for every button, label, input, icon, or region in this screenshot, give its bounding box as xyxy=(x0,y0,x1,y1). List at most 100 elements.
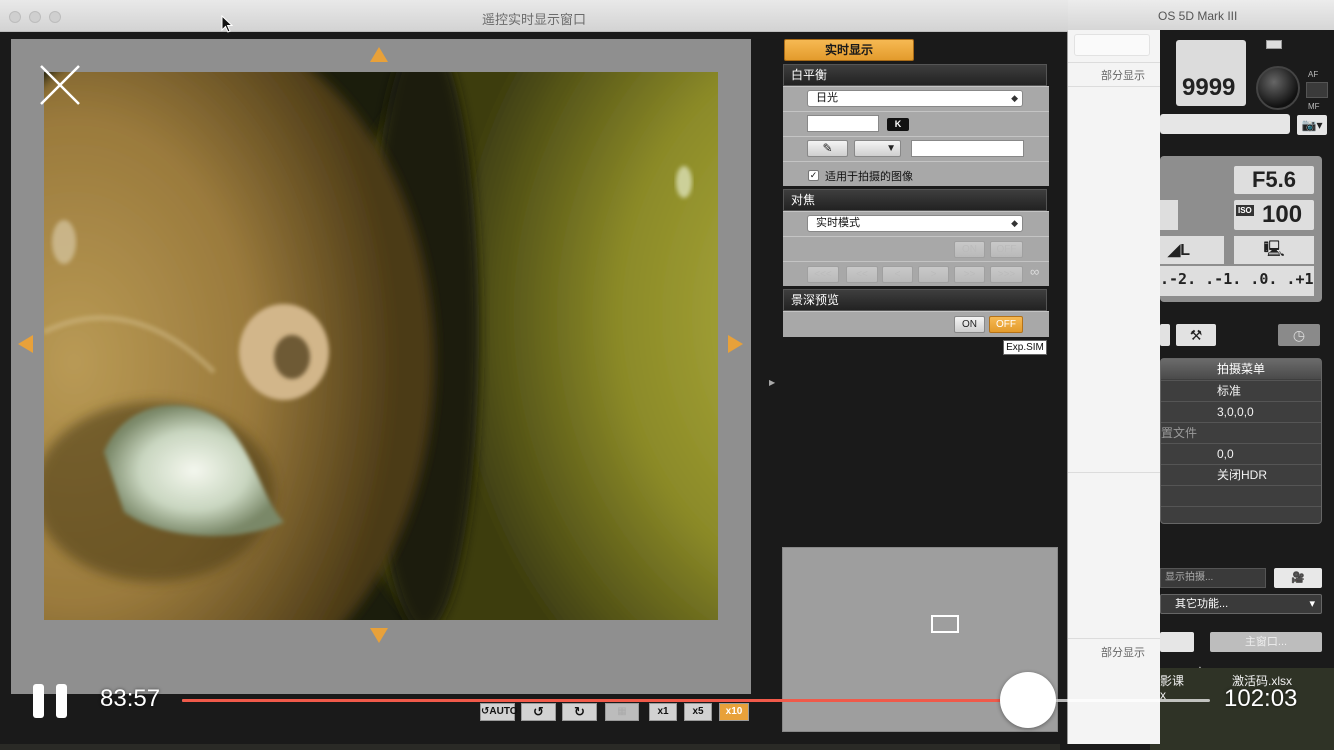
white-balance-value: 日光 xyxy=(816,92,838,104)
window-title: 遥控实时显示窗口 xyxy=(481,12,586,27)
focus-heading: 对焦 xyxy=(783,189,1047,211)
menu-row[interactable] xyxy=(1161,485,1321,506)
camera-utility-title: OS 5D Mark III xyxy=(1158,9,1238,23)
select-updown-icon: ◆ xyxy=(1011,93,1018,103)
wb-shift-input[interactable] xyxy=(911,140,1024,157)
battery-icon xyxy=(1266,40,1282,49)
divider xyxy=(1068,86,1160,87)
iso-tag: ISO xyxy=(1236,205,1254,216)
menu-row[interactable] xyxy=(1161,506,1321,527)
menu-row[interactable]: 置文件 xyxy=(1161,422,1321,443)
camera-settings-button[interactable]: 📷▾ xyxy=(1297,115,1327,135)
shutter-box[interactable] xyxy=(1160,200,1178,230)
tool-button-left[interactable] xyxy=(1160,324,1170,346)
apply-to-shot-label: 适用于拍摄的图像 xyxy=(825,171,913,183)
zoom-x10-button[interactable]: x10 xyxy=(719,703,749,721)
zoom-x1-button[interactable]: x1 xyxy=(649,703,677,721)
divider xyxy=(1068,638,1160,639)
menu-row-label: 置文件 xyxy=(1161,426,1198,440)
white-balance-auto-button[interactable]: ↺AUTO xyxy=(480,703,518,721)
bottom-button-left[interactable] xyxy=(1160,632,1194,652)
desktop-file-label[interactable]: 影课 xyxy=(1160,672,1184,689)
mouse-cursor-icon xyxy=(221,15,233,33)
focus-mode-select[interactable]: 实时模式 ◆ xyxy=(807,215,1023,232)
af-mf-toggle[interactable] xyxy=(1306,82,1328,98)
focus-mode-value: 实时模式 xyxy=(816,217,860,229)
dof-on-button[interactable]: ON xyxy=(954,316,985,333)
other-functions-dropdown[interactable]: 其它功能... ▾ xyxy=(1160,594,1322,614)
panel-collapse-icon[interactable]: ▶ xyxy=(769,378,775,387)
shooting-menu-title: 拍摄菜单 xyxy=(1161,359,1321,379)
menu-row-value: 3,0,0,0 xyxy=(1217,405,1254,419)
screen: OS 5D Mark III 9999 AF MF 📷▾ F5.6 ISO 10… xyxy=(0,0,1334,750)
wb-shift-dropdown[interactable]: ▼ xyxy=(854,140,901,157)
af-off-button[interactable]: OFF xyxy=(990,241,1023,258)
progress-fill xyxy=(182,699,1028,702)
timer-icon[interactable]: ◷ xyxy=(1278,324,1320,346)
other-functions-label: 其它功能... xyxy=(1175,598,1229,610)
white-balance-select[interactable]: 日光 ◆ xyxy=(807,90,1023,107)
shooting-menu: 拍摄菜单 标准 3,0,0,0 置文件 0,0 关闭HDR xyxy=(1160,358,1322,524)
pause-bar-icon xyxy=(33,684,44,718)
partial-display-window xyxy=(1068,30,1160,744)
divider xyxy=(1068,62,1160,63)
iso-value: 100 xyxy=(1262,201,1303,228)
pan-down-arrow-icon[interactable] xyxy=(370,628,388,643)
camera-utility-titlebar: OS 5D Mark III xyxy=(1060,0,1334,30)
focus-near-2-button[interactable]: << xyxy=(846,266,878,283)
movie-icon[interactable]: 🎥 xyxy=(1274,568,1322,588)
close-icon[interactable] xyxy=(38,63,82,107)
partial-display-label: 部分显示 xyxy=(1101,70,1145,82)
zoom-area-rectangle[interactable] xyxy=(931,615,959,633)
menu-row[interactable]: 标准 xyxy=(1161,380,1321,401)
liveview-shoot-button[interactable]: 显示拍摄... xyxy=(1160,568,1266,588)
divider xyxy=(1068,472,1160,473)
camera-name-field[interactable] xyxy=(1160,114,1290,134)
focus-far-1-button[interactable]: > xyxy=(918,266,949,283)
af-mf-switch[interactable]: AF MF xyxy=(1306,42,1328,112)
exposure-scale: .-2. .-1. .0. .+1. .+2. xyxy=(1160,266,1314,296)
pan-left-arrow-icon[interactable] xyxy=(18,335,33,353)
pan-right-arrow-icon[interactable] xyxy=(728,335,743,353)
partial-window-field[interactable] xyxy=(1074,34,1150,56)
save-destination-icon[interactable]: 🖳 xyxy=(1234,236,1314,264)
kelvin-unit: K xyxy=(887,118,909,131)
progress-track[interactable] xyxy=(182,699,1210,702)
aperture-value[interactable]: F5.6 xyxy=(1234,166,1314,194)
focus-near-1-button[interactable]: < xyxy=(882,266,913,283)
kelvin-input[interactable] xyxy=(807,115,879,132)
af-on-button[interactable]: ON xyxy=(954,241,985,258)
menu-row[interactable]: 0,0 xyxy=(1161,443,1321,464)
eyedropper-icon[interactable]: ✎ xyxy=(807,140,848,157)
infinity-icon: ∞ xyxy=(1030,264,1040,279)
pause-bar-icon xyxy=(56,684,67,718)
af-label: AF xyxy=(1308,70,1319,79)
mode-dial-icon[interactable] xyxy=(1256,66,1300,110)
menu-row-value: 标准 xyxy=(1217,384,1242,398)
pan-up-arrow-icon[interactable] xyxy=(370,47,388,62)
apply-row xyxy=(783,161,1049,186)
select-updown-icon: ◆ xyxy=(1011,218,1018,228)
live-view-button[interactable]: 实时显示 xyxy=(784,39,914,61)
dof-off-button[interactable]: OFF xyxy=(989,316,1023,333)
focus-far-2-button[interactable]: >> xyxy=(954,266,985,283)
menu-row[interactable]: 关闭HDR xyxy=(1161,464,1321,485)
total-time: 102:03 xyxy=(1224,685,1298,712)
focus-near-3-button[interactable]: <<< xyxy=(807,266,839,283)
menu-row-value: 0,0 xyxy=(1217,447,1234,461)
grid-icon[interactable]: ▦ xyxy=(605,703,639,721)
mf-label: MF xyxy=(1308,102,1320,111)
chevron-down-icon: ▾ xyxy=(1309,598,1315,610)
live-view-image[interactable] xyxy=(44,72,718,620)
scrubber-knob[interactable] xyxy=(999,672,1056,728)
tools-icon[interactable]: ⚒ xyxy=(1176,324,1216,346)
auto-label: AUTO xyxy=(489,706,518,717)
apply-to-shot-checkbox[interactable]: ✓ xyxy=(808,170,819,181)
focus-far-3-button[interactable]: >>> xyxy=(990,266,1023,283)
rotate-right-icon[interactable]: ↻ xyxy=(562,703,597,721)
zoom-x5-button[interactable]: x5 xyxy=(684,703,712,721)
menu-row[interactable]: 3,0,0,0 xyxy=(1161,401,1321,422)
rotate-left-icon[interactable]: ↺ xyxy=(521,703,556,721)
main-window-button[interactable]: 主窗口... xyxy=(1210,632,1322,652)
pause-button[interactable] xyxy=(33,684,67,718)
